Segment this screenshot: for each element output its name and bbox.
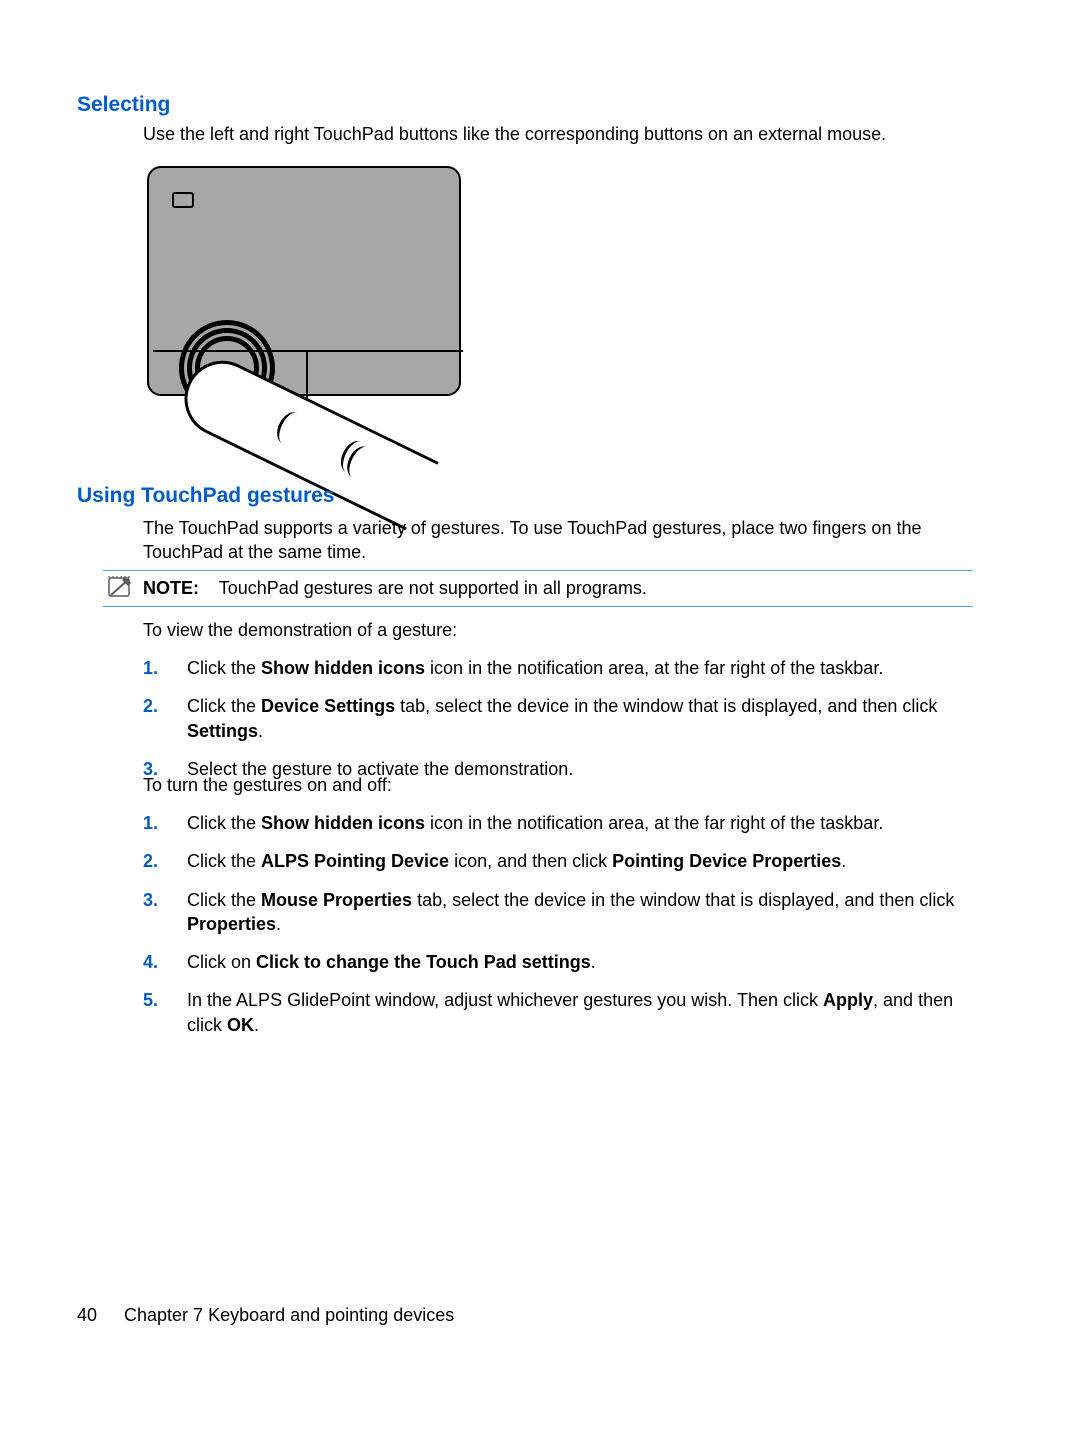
page-number: 40 (77, 1305, 119, 1326)
step-item: 1. Click the Show hidden icons icon in t… (143, 811, 973, 835)
touchpad-button-divider (306, 352, 308, 402)
step-text: Click the Show hidden icons icon in the … (187, 658, 883, 678)
page-footer: 40 Chapter 7 Keyboard and pointing devic… (77, 1305, 454, 1326)
step-text: Click the Device Settings tab, select th… (187, 696, 937, 740)
paragraph-selecting-intro: Use the left and right TouchPad buttons … (143, 122, 933, 146)
paragraph-gestures-intro: The TouchPad supports a variety of gestu… (143, 516, 933, 565)
step-text: Click the ALPS Pointing Device icon, and… (187, 851, 846, 871)
step-number: 1. (143, 656, 158, 680)
step-item: 1. Click the Show hidden icons icon in t… (143, 656, 973, 680)
step-number: 1. (143, 811, 158, 835)
step-text: In the ALPS GlidePoint window, adjust wh… (187, 990, 953, 1034)
step-item: 4. Click on Click to change the Touch Pa… (143, 950, 973, 974)
document-page: Selecting Use the left and right TouchPa… (0, 0, 1080, 1437)
heading-gestures: Using TouchPad gestures (77, 484, 335, 508)
step-number: 4. (143, 950, 158, 974)
step-item: 5. In the ALPS GlidePoint window, adjust… (143, 988, 973, 1037)
note-callout: NOTE: TouchPad gestures are not supporte… (103, 570, 973, 607)
paragraph-toggle-intro: To turn the gestures on and off: (143, 775, 933, 796)
steps-toggle: 1. Click the Show hidden icons icon in t… (143, 811, 973, 1051)
step-text: Click the Mouse Properties tab, select t… (187, 890, 954, 934)
step-item: 3. Click the Mouse Properties tab, selec… (143, 888, 973, 937)
step-text: Click on Click to change the Touch Pad s… (187, 952, 596, 972)
step-number: 3. (143, 888, 158, 912)
touchpad-indicator-icon (172, 192, 194, 208)
step-item: 2. Click the Device Settings tab, select… (143, 694, 973, 743)
note-label: NOTE: (143, 578, 199, 598)
chapter-title: Chapter 7 Keyboard and pointing devices (124, 1305, 454, 1325)
step-number: 2. (143, 694, 158, 718)
paragraph-view-demo-intro: To view the demonstration of a gesture: (143, 620, 933, 641)
step-item: 2. Click the ALPS Pointing Device icon, … (143, 849, 973, 873)
touchpad-illustration (143, 160, 461, 470)
step-number: 2. (143, 849, 158, 873)
note-icon (105, 575, 135, 599)
heading-selecting: Selecting (77, 93, 170, 117)
note-text: TouchPad gestures are not supported in a… (219, 578, 647, 598)
step-number: 5. (143, 988, 158, 1012)
step-text: Click the Show hidden icons icon in the … (187, 813, 883, 833)
